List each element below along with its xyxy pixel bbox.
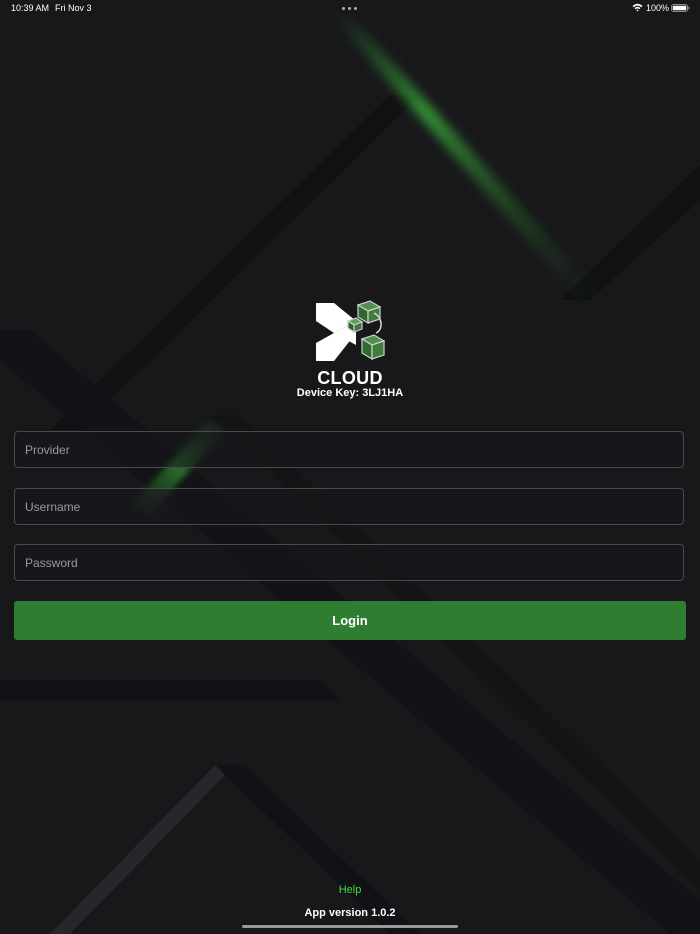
username-field xyxy=(14,488,684,525)
provider-field xyxy=(14,431,684,468)
login-button[interactable]: Login xyxy=(14,601,686,640)
status-bar: 10:39 AM Fri Nov 3 100% xyxy=(0,0,700,16)
battery-icon xyxy=(671,4,690,12)
username-input[interactable] xyxy=(15,489,683,524)
status-time: 10:39 AM xyxy=(11,3,50,13)
battery-percent: 100% xyxy=(646,3,670,13)
cloud-play-logo-icon xyxy=(316,300,386,361)
device-key: Device Key: 3LJ1HA xyxy=(250,387,450,399)
app-version: App version 1.0.2 xyxy=(304,907,396,919)
provider-input[interactable] xyxy=(15,432,683,467)
wifi-icon xyxy=(632,3,643,12)
home-indicator[interactable] xyxy=(242,925,458,928)
help-link[interactable]: Help xyxy=(300,884,400,896)
brand-name: CLOUD xyxy=(317,368,383,388)
login-screen: 10:39 AM Fri Nov 3 100% CLOUD Device Key… xyxy=(0,0,700,934)
password-field xyxy=(14,544,684,581)
multitasking-menu-icon[interactable] xyxy=(342,7,358,10)
status-date: Fri Nov 3 xyxy=(55,3,92,13)
password-input[interactable] xyxy=(15,545,683,580)
device-key-text: Device Key: 3LJ1HA xyxy=(296,387,404,399)
